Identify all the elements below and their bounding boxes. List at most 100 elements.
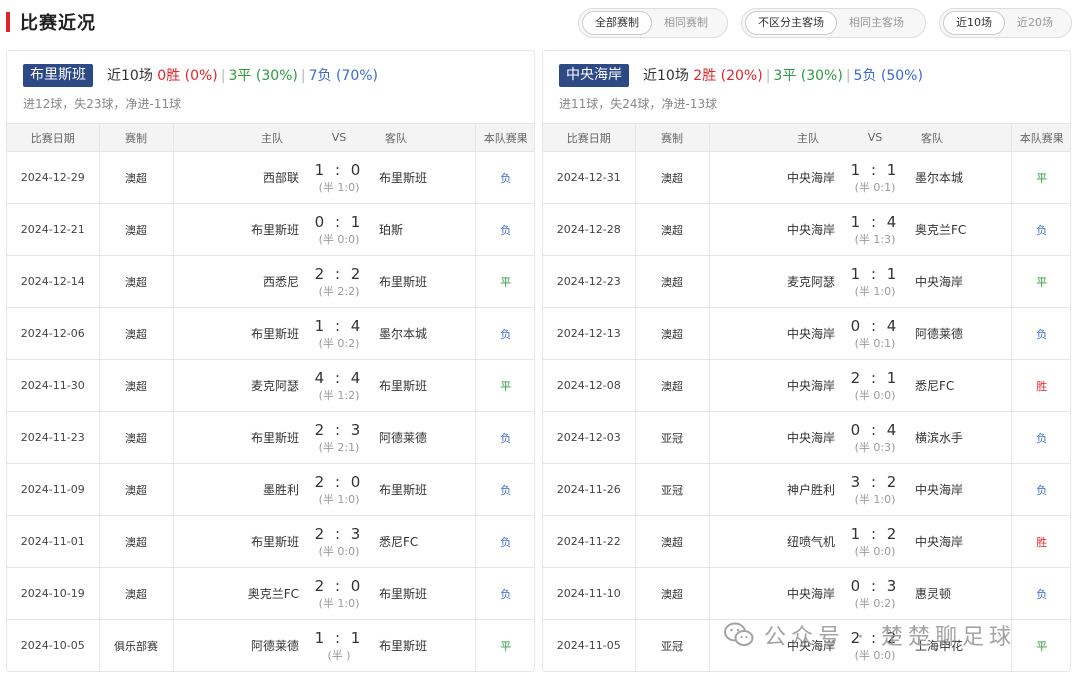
away-team[interactable]: 墨尔本城 bbox=[907, 151, 1011, 204]
match-score[interactable]: 2 : 3 (半 2:1) bbox=[307, 411, 371, 464]
home-team[interactable]: 中央海岸 bbox=[708, 567, 843, 620]
team-name-badge[interactable]: 布里斯班 bbox=[23, 64, 93, 87]
match-competition[interactable]: 澳超 bbox=[634, 359, 709, 412]
match-row[interactable]: 2024-11-26 亚冠 神户胜利 3 : 2 (半 1:0) 中央海岸负 bbox=[543, 463, 1070, 516]
away-team[interactable]: 布里斯班 bbox=[371, 463, 475, 516]
match-score[interactable]: 1 : 1 (半 ) bbox=[307, 619, 371, 671]
home-team[interactable]: 墨胜利 bbox=[172, 463, 307, 516]
match-row[interactable]: 2024-12-06 澳超 布里斯班 1 : 4 (半 0:2) 墨尔本城负 bbox=[7, 307, 534, 360]
away-team[interactable]: 布里斯班 bbox=[371, 151, 475, 204]
match-row[interactable]: 2024-12-14 澳超 西悉尼 2 : 2 (半 2:2) 布里斯班平 bbox=[7, 255, 534, 308]
match-competition[interactable]: 澳超 bbox=[98, 411, 173, 464]
match-competition[interactable]: 澳超 bbox=[98, 359, 173, 412]
away-team[interactable]: 阿德莱德 bbox=[371, 411, 475, 464]
match-row[interactable]: 2024-12-13 澳超 中央海岸 0 : 4 (半 0:1) 阿德莱德负 bbox=[543, 307, 1070, 360]
match-competition[interactable]: 澳超 bbox=[634, 515, 709, 568]
match-score[interactable]: 0 : 4 (半 0:1) bbox=[843, 307, 907, 360]
match-row[interactable]: 2024-12-08 澳超 中央海岸 2 : 1 (半 0:0) 悉尼FC 胜 bbox=[543, 359, 1070, 412]
match-competition[interactable]: 亚冠 bbox=[634, 463, 709, 516]
home-team[interactable]: 西部联 bbox=[172, 151, 307, 204]
home-team[interactable]: 奥克兰FC bbox=[172, 567, 307, 620]
match-score[interactable]: 4 : 4 (半 1:2) bbox=[307, 359, 371, 412]
filter-same-venue[interactable]: 相同主客场 bbox=[837, 11, 916, 35]
match-score[interactable]: 1 : 2 (半 0:0) bbox=[843, 515, 907, 568]
home-team[interactable]: 中央海岸 bbox=[708, 151, 843, 204]
away-team[interactable]: 悉尼FC bbox=[907, 359, 1011, 412]
home-team[interactable]: 西悉尼 bbox=[172, 255, 307, 308]
home-team[interactable]: 布里斯班 bbox=[172, 307, 307, 360]
match-row[interactable]: 2024-11-10 澳超 中央海岸 0 : 3 (半 0:2) 惠灵顿负 bbox=[543, 567, 1070, 620]
filter-last-10[interactable]: 近10场 bbox=[943, 11, 1005, 35]
filter-last-20[interactable]: 近20场 bbox=[1005, 11, 1065, 35]
away-team[interactable]: 惠灵顿 bbox=[907, 567, 1011, 620]
match-competition[interactable]: 亚冠 bbox=[634, 411, 709, 464]
away-team[interactable]: 中央海岸 bbox=[907, 515, 1011, 568]
home-team[interactable]: 纽喷气机 bbox=[708, 515, 843, 568]
match-score[interactable]: 1 : 4 (半 0:2) bbox=[307, 307, 371, 360]
away-team[interactable]: 布里斯班 bbox=[371, 567, 475, 620]
away-team[interactable]: 布里斯班 bbox=[371, 619, 475, 671]
match-competition[interactable]: 澳超 bbox=[634, 151, 709, 204]
match-score[interactable]: 2 : 1 (半 0:0) bbox=[843, 359, 907, 412]
match-score[interactable]: 0 : 1 (半 0:0) bbox=[307, 203, 371, 256]
filter-all-competitions[interactable]: 全部赛制 bbox=[582, 11, 652, 35]
away-team[interactable]: 悉尼FC bbox=[371, 515, 475, 568]
home-team[interactable]: 神户胜利 bbox=[708, 463, 843, 516]
home-team[interactable]: 布里斯班 bbox=[172, 203, 307, 256]
match-competition[interactable]: 俱乐部赛 bbox=[98, 619, 173, 671]
home-team[interactable]: 中央海岸 bbox=[708, 359, 843, 412]
filter-any-venue[interactable]: 不区分主客场 bbox=[745, 11, 837, 35]
match-score[interactable]: 1 : 1 (半 0:1) bbox=[843, 151, 907, 204]
filter-same-competition[interactable]: 相同赛制 bbox=[652, 11, 720, 35]
away-team[interactable]: 墨尔本城 bbox=[371, 307, 475, 360]
home-team[interactable]: 中央海岸 bbox=[708, 203, 843, 256]
match-competition[interactable]: 澳超 bbox=[98, 307, 173, 360]
match-competition[interactable]: 澳超 bbox=[98, 255, 173, 308]
home-team[interactable]: 麦克阿瑟 bbox=[708, 255, 843, 308]
match-row[interactable]: 2024-11-22 澳超 纽喷气机 1 : 2 (半 0:0) 中央海岸胜 bbox=[543, 515, 1070, 568]
match-row[interactable]: 2024-12-03 亚冠 中央海岸 0 : 4 (半 0:3) 横滨水手负 bbox=[543, 411, 1070, 464]
match-row[interactable]: 2024-11-30 澳超 麦克阿瑟 4 : 4 (半 1:2) 布里斯班平 bbox=[7, 359, 534, 412]
away-team[interactable]: 中央海岸 bbox=[907, 255, 1011, 308]
match-row[interactable]: 2024-12-29 澳超 西部联 1 : 0 (半 1:0) 布里斯班负 bbox=[7, 151, 534, 204]
away-team[interactable]: 珀斯 bbox=[371, 203, 475, 256]
match-competition[interactable]: 澳超 bbox=[98, 203, 173, 256]
match-competition[interactable]: 澳超 bbox=[98, 515, 173, 568]
match-score[interactable]: 3 : 2 (半 1:0) bbox=[843, 463, 907, 516]
match-competition[interactable]: 澳超 bbox=[98, 567, 173, 620]
match-row[interactable]: 2024-12-21 澳超 布里斯班 0 : 1 (半 0:0) 珀斯负 bbox=[7, 203, 534, 256]
home-team[interactable]: 中央海岸 bbox=[708, 411, 843, 464]
match-row[interactable]: 2024-10-05 俱乐部赛 阿德莱德 1 : 1 (半 ) 布里斯班平 bbox=[7, 619, 534, 671]
match-competition[interactable]: 亚冠 bbox=[634, 619, 709, 671]
match-row[interactable]: 2024-12-31 澳超 中央海岸 1 : 1 (半 0:1) 墨尔本城平 bbox=[543, 151, 1070, 204]
match-row[interactable]: 2024-11-23 澳超 布里斯班 2 : 3 (半 2:1) 阿德莱德负 bbox=[7, 411, 534, 464]
home-team[interactable]: 布里斯班 bbox=[172, 411, 307, 464]
match-competition[interactable]: 澳超 bbox=[634, 567, 709, 620]
away-team[interactable]: 横滨水手 bbox=[907, 411, 1011, 464]
away-team[interactable]: 布里斯班 bbox=[371, 255, 475, 308]
match-competition[interactable]: 澳超 bbox=[634, 203, 709, 256]
home-team[interactable]: 麦克阿瑟 bbox=[172, 359, 307, 412]
match-score[interactable]: 0 : 4 (半 0:3) bbox=[843, 411, 907, 464]
match-row[interactable]: 2024-11-09 澳超 墨胜利 2 : 0 (半 1:0) 布里斯班负 bbox=[7, 463, 534, 516]
team-name-badge[interactable]: 中央海岸 bbox=[559, 64, 629, 87]
match-score[interactable]: 1 : 0 (半 1:0) bbox=[307, 151, 371, 204]
home-team[interactable]: 布里斯班 bbox=[172, 515, 307, 568]
match-row[interactable]: 2024-11-01 澳超 布里斯班 2 : 3 (半 0:0) 悉尼FC 负 bbox=[7, 515, 534, 568]
home-team[interactable]: 中央海岸 bbox=[708, 307, 843, 360]
match-score[interactable]: 2 : 0 (半 1:0) bbox=[307, 463, 371, 516]
match-row[interactable]: 2024-12-23 澳超 麦克阿瑟 1 : 1 (半 1:0) 中央海岸平 bbox=[543, 255, 1070, 308]
match-score[interactable]: 2 : 2 (半 2:2) bbox=[307, 255, 371, 308]
match-competition[interactable]: 澳超 bbox=[634, 255, 709, 308]
away-team[interactable]: 布里斯班 bbox=[371, 359, 475, 412]
match-competition[interactable]: 澳超 bbox=[98, 151, 173, 204]
match-score[interactable]: 1 : 4 (半 1:3) bbox=[843, 203, 907, 256]
away-team[interactable]: 奥克兰FC bbox=[907, 203, 1011, 256]
match-score[interactable]: 2 : 3 (半 0:0) bbox=[307, 515, 371, 568]
match-score[interactable]: 0 : 3 (半 0:2) bbox=[843, 567, 907, 620]
away-team[interactable]: 中央海岸 bbox=[907, 463, 1011, 516]
match-competition[interactable]: 澳超 bbox=[98, 463, 173, 516]
match-score[interactable]: 2 : 0 (半 1:0) bbox=[307, 567, 371, 620]
match-row[interactable]: 2024-10-19 澳超 奥克兰FC 2 : 0 (半 1:0) 布里斯班负 bbox=[7, 567, 534, 620]
match-competition[interactable]: 澳超 bbox=[634, 307, 709, 360]
